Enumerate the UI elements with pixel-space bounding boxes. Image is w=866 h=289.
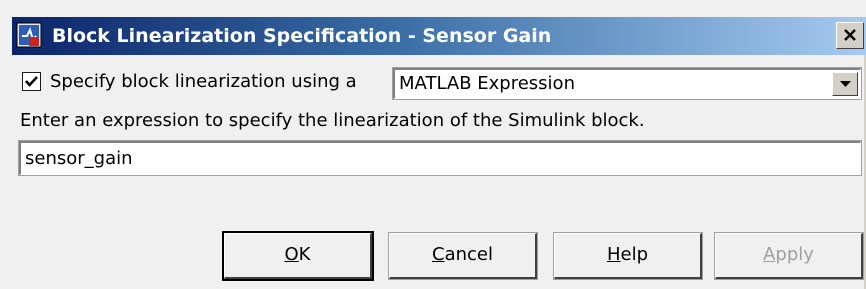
- ok-button[interactable]: OK: [222, 231, 374, 281]
- apply-label: pply: [775, 244, 814, 265]
- chevron-down-icon: [840, 81, 851, 87]
- help-mnemonic: H: [606, 244, 621, 265]
- expression-input[interactable]: [18, 140, 862, 176]
- expression-instruction-label: Enter an expression to specify the linea…: [20, 110, 645, 131]
- window-title: Block Linearization Specification - Sens…: [52, 25, 552, 47]
- apply-mnemonic: A: [763, 244, 776, 265]
- checkmark-icon: [25, 76, 38, 87]
- dialog-window: Block Linearization Specification - Sens…: [0, 0, 866, 289]
- linearization-method-select[interactable]: MATLAB Expression: [392, 67, 862, 100]
- help-label: elp: [620, 244, 649, 265]
- simulink-block-icon: [16, 22, 42, 48]
- apply-button[interactable]: Apply: [714, 232, 864, 280]
- close-button[interactable]: [836, 22, 864, 49]
- ok-label: K: [298, 244, 311, 265]
- help-button[interactable]: Help: [553, 232, 703, 280]
- cancel-button[interactable]: Cancel: [388, 232, 538, 280]
- dropdown-button[interactable]: [832, 72, 858, 96]
- title-bar[interactable]: Block Linearization Specification - Sens…: [12, 17, 866, 55]
- select-value: MATLAB Expression: [399, 73, 575, 94]
- specify-linearization-checkbox[interactable]: [22, 72, 41, 91]
- cancel-mnemonic: C: [432, 244, 445, 265]
- checkbox-label[interactable]: Specify block linearization using a: [50, 68, 357, 96]
- close-icon: [844, 29, 856, 41]
- cancel-label: ancel: [444, 244, 493, 265]
- ok-mnemonic: O: [284, 244, 299, 265]
